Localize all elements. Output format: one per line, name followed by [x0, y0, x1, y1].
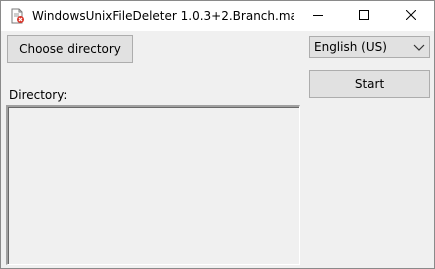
language-select[interactable]: English (US) [309, 36, 430, 58]
chevron-down-icon [413, 42, 425, 52]
minimize-button[interactable] [295, 1, 341, 31]
close-icon [405, 9, 417, 23]
maximize-icon [359, 9, 369, 23]
start-button[interactable]: Start [309, 70, 430, 98]
title-bar[interactable]: WindowsUnixFileDeleter 1.0.3+2.Branch.ma… [1, 1, 434, 31]
window-title: WindowsUnixFileDeleter 1.0.3+2.Branch.ma… [32, 9, 294, 23]
close-button[interactable] [388, 1, 434, 31]
language-select-value: English (US) [314, 40, 387, 54]
directory-label: Directory: [9, 88, 68, 102]
maximize-button[interactable] [341, 1, 387, 31]
app-window: WindowsUnixFileDeleter 1.0.3+2.Branch.ma… [0, 0, 435, 269]
minimize-icon [313, 9, 323, 23]
directory-list[interactable] [6, 105, 300, 265]
file-delete-icon [9, 8, 25, 24]
choose-directory-button[interactable]: Choose directory [7, 35, 133, 63]
